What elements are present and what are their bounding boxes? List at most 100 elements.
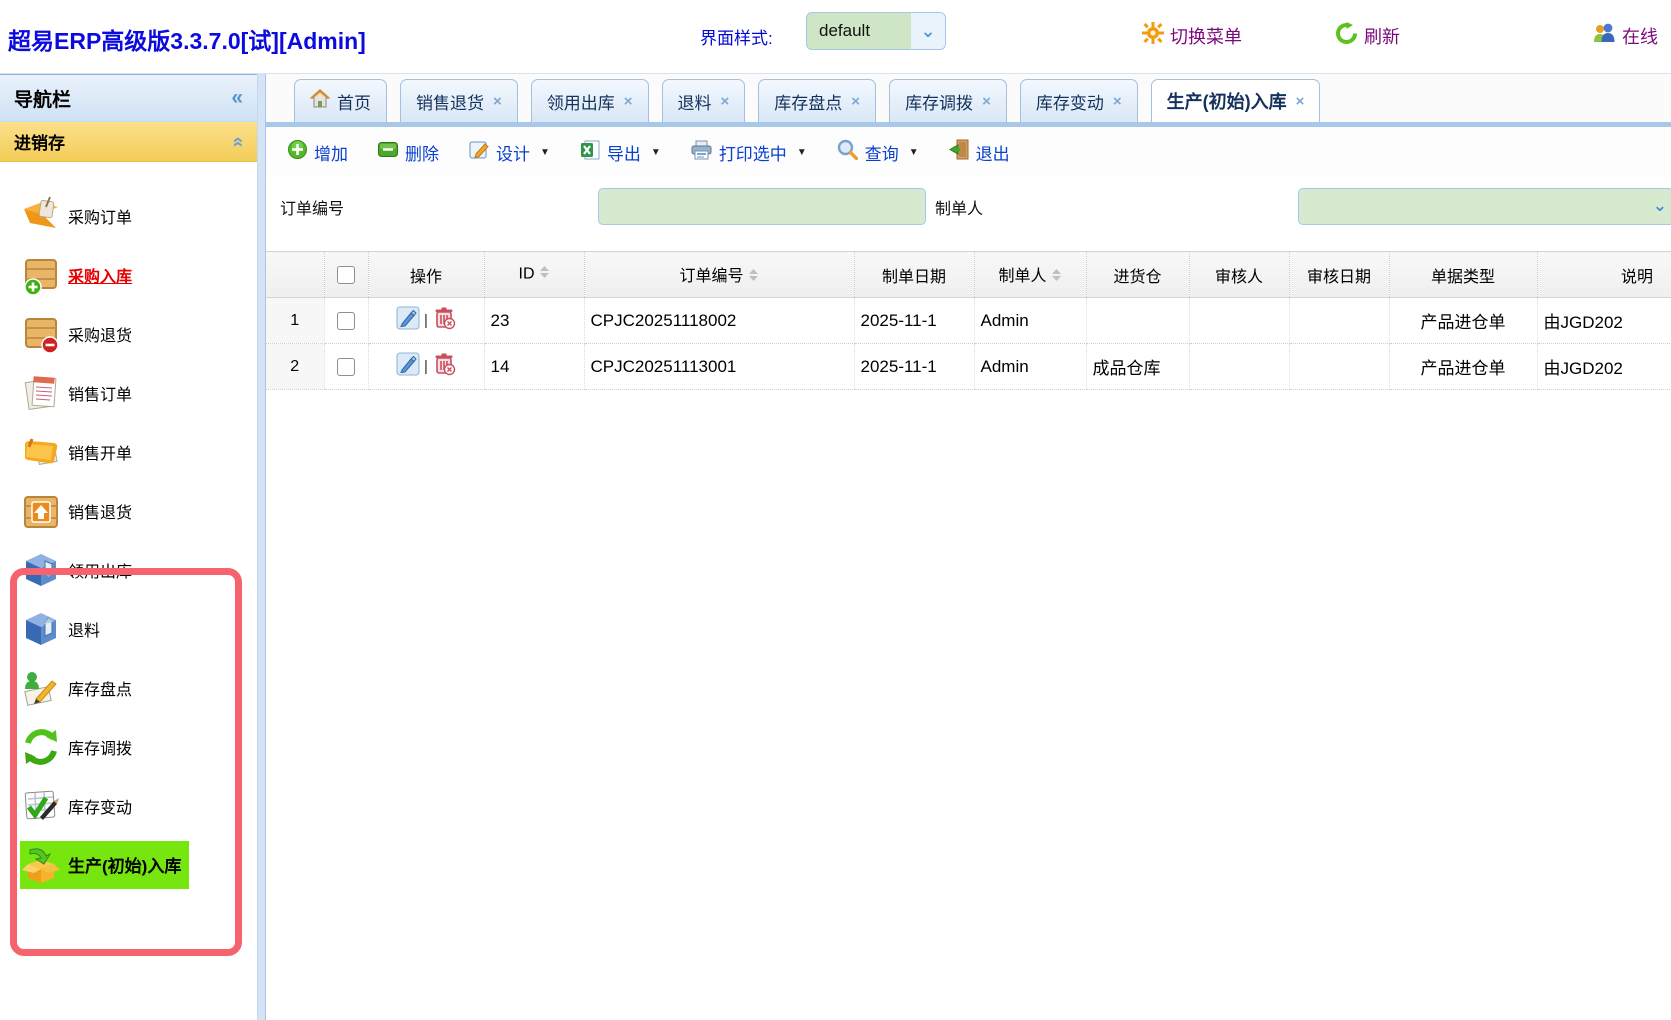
material-return-icon (20, 608, 62, 650)
add-icon (288, 140, 307, 164)
design-button[interactable]: 设计 ▼ (469, 140, 550, 165)
tab-label: 库存变动 (1036, 89, 1104, 114)
purchase-return-icon (20, 313, 62, 355)
sidebar-group-label: 进销存 (14, 129, 65, 154)
close-icon[interactable]: × (721, 93, 730, 110)
sidebar-item-production-inbound[interactable]: 生产(初始)入库 (0, 835, 257, 894)
sidebar-item-requisition-outbound[interactable]: 领用出库 (0, 540, 257, 599)
sidebar-item-label: 销售订单 (68, 381, 132, 405)
table-row[interactable]: 2 | 14 CPJC20251113001 2025-11-1 Admin 成… (266, 344, 1671, 390)
exit-label: 退出 (976, 140, 1010, 165)
online-label: 在线 (1622, 23, 1658, 49)
col-ops[interactable]: 操作 (368, 252, 484, 298)
col-maker[interactable]: 制单人 (974, 252, 1086, 298)
tab-requisition-outbound[interactable]: 领用出库 × (531, 79, 649, 122)
cell-auditor (1189, 344, 1289, 390)
col-audit-date[interactable]: 审核日期 (1289, 252, 1389, 298)
collapse-group-icon[interactable]: « (227, 136, 249, 147)
sort-icon[interactable] (748, 268, 759, 287)
gear-icon (1142, 22, 1164, 49)
chevron-down-icon[interactable]: ⌄ (911, 13, 945, 49)
close-icon[interactable]: × (493, 93, 502, 110)
sidebar-item-sales-return[interactable]: 销售退货 (0, 481, 257, 540)
maker-select[interactable]: ⌄ (1298, 188, 1671, 225)
stock-change-icon (20, 785, 62, 827)
dropdown-caret-icon[interactable]: ▼ (651, 147, 661, 158)
close-icon[interactable]: × (624, 93, 633, 110)
stocktake-icon (20, 667, 62, 709)
close-icon[interactable]: × (1296, 93, 1305, 110)
select-all-checkbox[interactable] (337, 266, 355, 284)
col-warehouse[interactable]: 进货仓 (1086, 252, 1189, 298)
cell-audit-date (1289, 344, 1389, 390)
chevron-down-icon[interactable]: ⌄ (1653, 196, 1667, 216)
sidebar-item-stock-change[interactable]: 库存变动 (0, 776, 257, 835)
delete-row-icon[interactable] (432, 306, 456, 335)
print-selected-label: 打印选中 (719, 140, 787, 165)
sidebar-item-stocktake[interactable]: 库存盘点 (0, 658, 257, 717)
col-note[interactable]: 说明 (1537, 252, 1671, 298)
table-row[interactable]: 1 | 23 CPJC20251118002 2025-11-1 Admin 产… (266, 298, 1671, 344)
row-checkbox[interactable] (337, 358, 355, 376)
sidebar-item-stock-transfer[interactable]: 库存调拨 (0, 717, 257, 776)
close-icon[interactable]: × (851, 93, 860, 110)
tab-material-return[interactable]: 退料 × (662, 79, 746, 122)
sidebar-splitter[interactable] (258, 74, 266, 1020)
col-auditor[interactable]: 审核人 (1189, 252, 1289, 298)
sidebar-item-label: 销售开单 (68, 440, 132, 464)
order-no-input[interactable] (598, 188, 926, 225)
sidebar-group-header[interactable]: 进销存 « (0, 122, 257, 162)
stock-transfer-icon (20, 726, 62, 768)
print-selected-button[interactable]: 打印选中 ▼ (691, 140, 807, 165)
tab-stock-transfer[interactable]: 库存调拨 × (889, 79, 1007, 122)
tab-production-inbound[interactable]: 生产(初始)入库 × (1151, 79, 1321, 122)
close-icon[interactable]: × (1113, 93, 1122, 110)
sort-icon[interactable] (539, 265, 550, 284)
dropdown-caret-icon[interactable]: ▼ (909, 147, 919, 158)
col-order-no[interactable]: 订单编号 (584, 252, 854, 298)
sidebar-item-sales-order[interactable]: 销售订单 (0, 363, 257, 422)
sidebar-menu: 采购订单 采购入库 采购退货 销售订单 销售开单 (0, 162, 257, 894)
tab-home[interactable]: 首页 (294, 79, 387, 122)
add-button[interactable]: 增加 (288, 140, 348, 165)
col-date[interactable]: 制单日期 (854, 252, 974, 298)
sort-icon[interactable] (1051, 268, 1062, 287)
delete-row-icon[interactable] (432, 352, 456, 381)
row-select-cell (324, 298, 368, 344)
row-checkbox[interactable] (337, 312, 355, 330)
search-icon (837, 139, 858, 165)
sales-return-icon (20, 490, 62, 532)
export-button[interactable]: 导出 ▼ (580, 140, 661, 165)
sidebar-item-purchase-inbound[interactable]: 采购入库 (0, 245, 257, 304)
op-separator: | (424, 358, 428, 375)
dropdown-caret-icon[interactable]: ▼ (797, 147, 807, 158)
tab-sales-return[interactable]: 销售退货 × (400, 79, 518, 122)
sidebar-item-label: 领用出库 (68, 558, 132, 582)
exit-button[interactable]: 退出 (949, 139, 1010, 165)
collapse-sidebar-icon[interactable]: « (231, 86, 243, 110)
edit-icon[interactable] (396, 352, 420, 381)
dropdown-caret-icon[interactable]: ▼ (540, 147, 550, 158)
sidebar-item-label: 采购退货 (68, 322, 132, 346)
home-icon (310, 89, 330, 113)
refresh-button[interactable]: 刷新 (1335, 22, 1400, 50)
online-users-button[interactable]: 在线 (1592, 22, 1658, 49)
sidebar-item-material-return[interactable]: 退料 (0, 599, 257, 658)
interface-style-select[interactable]: default ⌄ (806, 12, 946, 50)
delete-icon (378, 142, 398, 162)
tab-stocktake[interactable]: 库存盘点 × (758, 79, 876, 122)
sidebar-item-purchase-order[interactable]: 采购订单 (0, 186, 257, 245)
op-separator: | (424, 312, 428, 329)
cell-warehouse: 成品仓库 (1086, 344, 1189, 390)
switch-menu-button[interactable]: 切换菜单 (1142, 22, 1242, 49)
edit-icon[interactable] (396, 306, 420, 335)
sidebar-item-purchase-return[interactable]: 采购退货 (0, 304, 257, 363)
close-icon[interactable]: × (982, 93, 991, 110)
query-button[interactable]: 查询 ▼ (837, 139, 919, 165)
design-label: 设计 (496, 140, 530, 165)
col-doc-type[interactable]: 单据类型 (1389, 252, 1537, 298)
delete-button[interactable]: 删除 (378, 140, 439, 165)
col-id[interactable]: ID (484, 252, 584, 298)
tab-stock-change[interactable]: 库存变动 × (1020, 79, 1138, 122)
sidebar-item-sales-billing[interactable]: 销售开单 (0, 422, 257, 481)
